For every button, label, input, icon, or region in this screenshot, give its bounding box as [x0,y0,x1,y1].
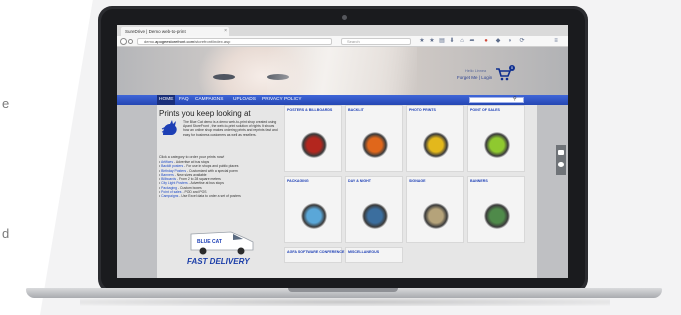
category-card[interactable]: AGFA SOFTWARE CONFERENCE [284,247,345,263]
url-domain: apogeestorefront.com [155,39,195,44]
menu-icon[interactable]: ≡ [553,38,559,45]
van-label: BLUE CAT [197,239,222,245]
card-image [301,203,327,229]
browser-search-placeholder: Search [347,39,360,44]
address-bar[interactable]: demo.apogeestorefront.com/storefront/ind… [137,38,332,45]
sync-icon[interactable]: ⟳ [519,38,525,45]
side-toolbar [556,145,566,175]
menu-item-home[interactable]: HOME [157,95,176,105]
laptop-screen: SureDrive | Demo web-to-print × demo.apo… [117,25,568,278]
stage: e d SureDrive | Demo web-to-print × demo… [0,0,681,315]
card-image [362,132,388,158]
bookmark-icon[interactable]: ★ [429,38,435,45]
category-card[interactable]: POSTERS & BILLBOARDS [284,105,342,172]
category-card[interactable]: BANNERS [467,176,525,243]
category-link[interactable]: Campaigns [161,194,178,198]
card-title: AGFA SOFTWARE CONFERENCE [287,250,345,254]
category-card[interactable]: DAY & NIGHT [345,176,403,243]
browser-search-input[interactable]: Search [341,38,411,45]
category-heading: Click a category to order your prints no… [159,155,225,159]
main-content: Prints you keep looking at The Blue Cat … [157,105,537,278]
library-icon[interactable]: ▤ [439,38,445,45]
card-title: SIGNAGE [409,179,426,183]
tab-close-icon[interactable]: × [224,27,227,36]
card-title: POINT OF SALES [470,108,500,112]
forward-icon[interactable] [128,39,133,44]
link-separator: | [478,75,480,80]
browser-tabbar: SureDrive | Demo web-to-print × [117,25,568,36]
browser-tab[interactable]: SureDrive | Demo web-to-print × [121,27,229,36]
card-image [484,203,510,229]
category-desc: - Use Excel data to order a set of poste… [178,194,241,199]
card-title: MISCELLANEOUS [348,250,380,254]
cart-count-badge: 0 [509,65,515,71]
list-item[interactable]: • Campaigns - Use Excel data to order a … [159,194,283,198]
share-icon[interactable]: ➦ [469,38,475,45]
card-image [423,132,449,158]
back-icon[interactable] [120,38,127,45]
menu-item-campaigns[interactable]: CAMPAIGNS [195,97,223,102]
user-links: Forget Me | Login [457,75,492,80]
intro-text: The Blue Cat demo is a demo web-to-print… [183,120,278,137]
download-icon[interactable]: ⬇ [449,38,455,45]
card-title: DAY & NIGHT [348,179,371,183]
card-image [301,132,327,158]
side-text-fragment: d [2,226,10,241]
card-title: PACKAGING [287,179,309,183]
card-title: PHOTO PRINTS [409,108,436,112]
forget-me-link[interactable]: Forget Me [457,75,478,80]
category-card[interactable]: POINT OF SALES [467,105,525,172]
menu-item-privacy-policy[interactable]: PRIVACY POLICY [262,97,302,102]
star-icon[interactable]: ★ [419,38,425,45]
fast-delivery-label: FAST DELIVERY [187,257,250,266]
category-card[interactable]: MISCELLANEOUS [345,247,403,263]
extension-icon[interactable]: ● [483,38,489,45]
browser-navbar: demo.apogeestorefront.com/storefront/ind… [117,36,568,47]
menu-item-uploads[interactable]: UPLOADS [233,97,256,102]
card-title: BANNERS [470,179,488,183]
card-image [484,132,510,158]
tab-title: SureDrive | Demo web-to-print [125,29,186,34]
hero-eye-left [213,74,235,80]
laptop-shadow [80,298,610,306]
category-list: • Artifices - Advertise at bus stops • B… [159,160,283,199]
category-card[interactable]: BACKLIT [345,105,403,172]
menu-item-faq[interactable]: FAQ [179,97,189,102]
delivery-van-image: BLUE CAT [190,231,254,255]
side-text-fragment: e [2,96,10,111]
search-icon[interactable]: ⚲ [513,96,517,102]
camera-icon [342,15,347,20]
home-icon[interactable]: ⌂ [459,38,465,45]
hero-hair-image [267,47,417,95]
web-page: Hello Linnea Forget Me | Login 0 HOME FA… [117,47,568,278]
main-menu: HOME FAQ CAMPAIGNS UPLOADS PRIVACY POLIC… [117,95,568,105]
card-image [362,203,388,229]
url-path: /storefront/index.asp [194,39,231,44]
blue-cat-logo-icon [161,120,177,135]
category-card[interactable]: PACKAGING [284,176,342,243]
url-prefix: demo. [144,39,156,44]
category-grid: POSTERS & BILLBOARDS BACKLIT PHOTO PRINT… [282,105,537,278]
user-name: Hello Linnea [465,69,487,73]
addon-icon[interactable]: ◆ [495,38,501,45]
mail-icon[interactable] [558,150,564,155]
laptop-notch [288,288,398,292]
category-card[interactable]: SIGNAGE [406,176,464,243]
card-image [423,203,449,229]
pocket-icon[interactable]: ◗ [507,38,513,45]
category-card[interactable]: PHOTO PRINTS [406,105,464,172]
intro-title: Prints you keep looking at [159,109,251,118]
chat-icon[interactable] [558,162,564,167]
hero-banner: Hello Linnea Forget Me | Login 0 [117,47,568,95]
card-title: POSTERS & BILLBOARDS [287,108,333,112]
login-link[interactable]: Login [481,75,492,80]
card-title: BACKLIT [348,108,364,112]
